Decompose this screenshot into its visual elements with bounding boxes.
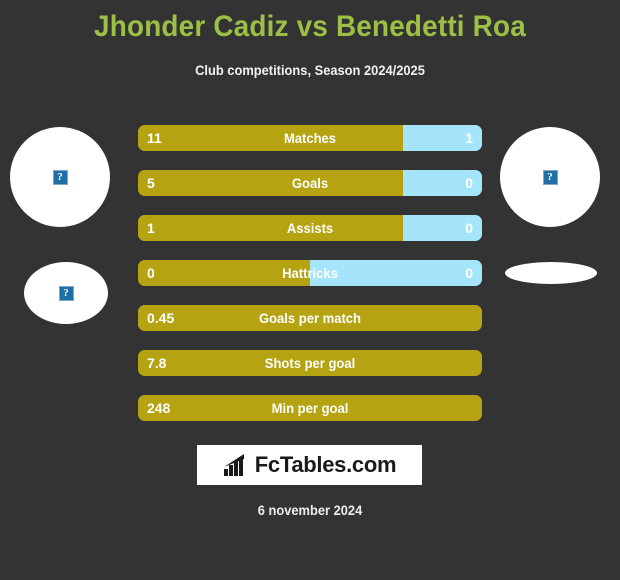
stat-label: Min per goal (271, 400, 349, 416)
stat-row: 11 Matches 1 (138, 125, 482, 151)
stat-label: Matches (283, 130, 337, 146)
stat-label: Shots per goal (264, 355, 356, 371)
stat-away-value: 0 (465, 265, 473, 281)
stat-label: Hattricks (282, 265, 338, 281)
stats-comparison-list: 11 Matches 1 5 Goals 0 1 Assists 0 0 Hattricks 0 0.4… (138, 125, 482, 440)
right-player-photo-placeholder: ? (500, 127, 600, 227)
broken-image-icon: ? (58, 285, 74, 301)
stat-row: 248 Min per goal (138, 395, 482, 421)
stat-row: 7.8 Shots per goal (138, 350, 482, 376)
left-player-photo-placeholder: ? (10, 127, 110, 227)
stat-label: Goals per match (258, 310, 362, 326)
bar-chart-arrow-icon (223, 454, 244, 476)
stat-row: 5 Goals 0 (138, 170, 482, 196)
broken-image-icon: ? (52, 169, 68, 185)
stat-row: 1 Assists 0 (138, 215, 482, 241)
stat-label: Assists (286, 220, 334, 236)
page-subtitle: Club competitions, Season 2024/2025 (195, 62, 425, 78)
right-player-shadow-ellipse (505, 262, 597, 284)
stat-row: 0 Hattricks 0 (138, 260, 482, 286)
stat-away-value: 1 (465, 130, 473, 146)
fctables-logo-text: FcTables.com (254, 452, 397, 477)
stat-row: 0.45 Goals per match (138, 305, 482, 331)
stat-away-value: 0 (465, 220, 473, 236)
stat-away-value: 0 (465, 175, 473, 191)
stat-label: Goals (291, 175, 329, 191)
broken-image-icon: ? (542, 169, 558, 185)
fctables-logo[interactable]: FcTables.com (197, 445, 422, 485)
left-player-secondary-placeholder: ? (24, 262, 108, 324)
footer-date: 6 november 2024 (257, 502, 363, 518)
page-title: Jhonder Cadiz vs Benedetti Roa (94, 10, 526, 43)
